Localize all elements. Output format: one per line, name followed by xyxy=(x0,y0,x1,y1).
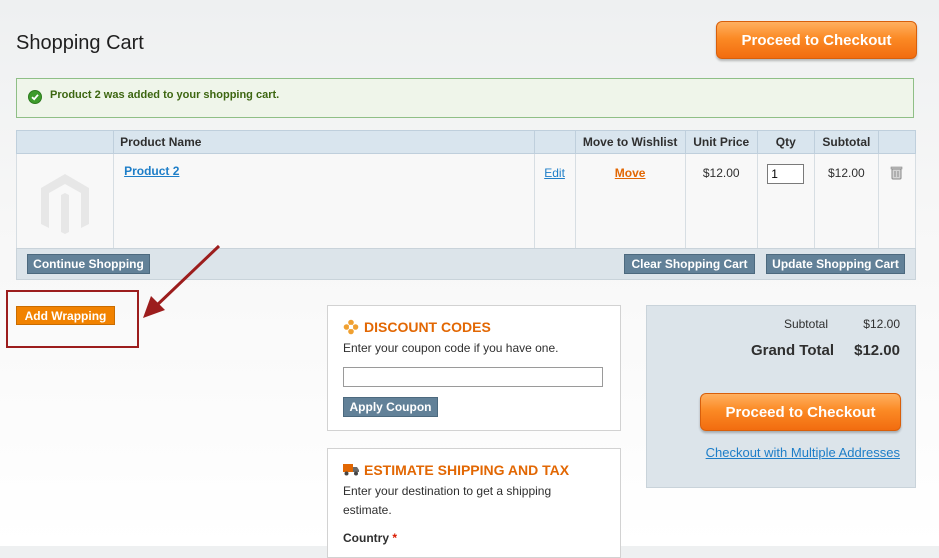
subtotal-label: Subtotal xyxy=(783,317,828,331)
page-title: Shopping Cart xyxy=(16,32,144,54)
unit-price-value: $12.00 xyxy=(702,166,740,180)
success-message-text: Product 2 was added to your shopping car… xyxy=(50,89,280,101)
subtotal-value: $12.00 xyxy=(863,317,900,331)
qty-input[interactable] xyxy=(767,164,805,184)
product-thumbnail-cell xyxy=(15,153,115,261)
subtotal-cell: $12.00 xyxy=(813,153,879,261)
required-asterisk: * xyxy=(392,531,398,545)
product-placeholder-icon xyxy=(41,174,89,234)
trash-icon[interactable] xyxy=(889,165,905,181)
discount-codes-text: Enter your coupon code if you have one. xyxy=(343,341,559,355)
header-qty: Qty xyxy=(756,130,815,154)
header-image xyxy=(15,130,115,154)
header-unit-price: Unit Price xyxy=(684,130,758,154)
cart-totals-box: Subtotal $12.00 Grand Total $12.00 Proce… xyxy=(646,305,916,488)
success-message: Product 2 was added to your shopping car… xyxy=(16,78,914,118)
edit-cell: Edit xyxy=(533,153,576,261)
discount-codes-box: DISCOUNT CODES Enter your coupon code if… xyxy=(327,305,621,431)
cart-table-header: Product Name Move to Wishlist Unit Price… xyxy=(15,130,917,154)
apply-coupon-button[interactable]: Apply Coupon xyxy=(343,397,438,417)
truck-icon xyxy=(343,464,359,476)
header-remove xyxy=(877,130,917,154)
row-subtotal-value: $12.00 xyxy=(828,166,865,180)
qty-cell xyxy=(756,153,815,261)
proceed-to-checkout-button-top[interactable]: Proceed to Checkout xyxy=(716,21,917,59)
checkout-multiple-addresses-link[interactable]: Checkout with Multiple Addresses xyxy=(706,445,900,460)
estimate-shipping-text: Enter your destination to get a shipping… xyxy=(343,484,552,517)
remove-cell xyxy=(877,153,917,261)
coupon-code-input[interactable] xyxy=(343,367,603,387)
proceed-to-checkout-button[interactable]: Proceed to Checkout xyxy=(700,393,901,431)
move-cell: Move xyxy=(574,153,686,261)
header-edit xyxy=(533,130,576,154)
country-label-text: Country xyxy=(343,531,389,545)
clear-shopping-cart-button[interactable]: Clear Shopping Cart xyxy=(624,254,755,274)
annotation-arrow-icon xyxy=(143,244,221,318)
country-label: Country * xyxy=(343,529,397,548)
header-subtotal: Subtotal xyxy=(813,130,879,154)
estimate-shipping-box: ESTIMATE SHIPPING AND TAX Enter your des… xyxy=(327,448,621,558)
grand-total-value: $12.00 xyxy=(854,342,900,359)
continue-shopping-button[interactable]: Continue Shopping xyxy=(27,254,150,274)
discount-flower-icon xyxy=(343,319,359,335)
header-product-name: Product Name xyxy=(113,130,535,154)
grand-total-label: Grand Total xyxy=(750,342,834,359)
move-to-wishlist-link[interactable]: Move xyxy=(615,166,646,180)
product-name-link[interactable]: Product 2 xyxy=(124,164,179,178)
discount-codes-title: DISCOUNT CODES xyxy=(364,319,491,335)
checkmark-icon xyxy=(28,90,42,104)
add-wrapping-button[interactable]: Add Wrapping xyxy=(16,306,115,325)
estimate-shipping-title: ESTIMATE SHIPPING AND TAX xyxy=(364,462,570,478)
update-shopping-cart-button[interactable]: Update Shopping Cart xyxy=(766,254,905,274)
edit-link[interactable]: Edit xyxy=(544,166,565,180)
unit-price-cell: $12.00 xyxy=(684,153,758,261)
header-move-to-wishlist: Move to Wishlist xyxy=(574,130,686,154)
